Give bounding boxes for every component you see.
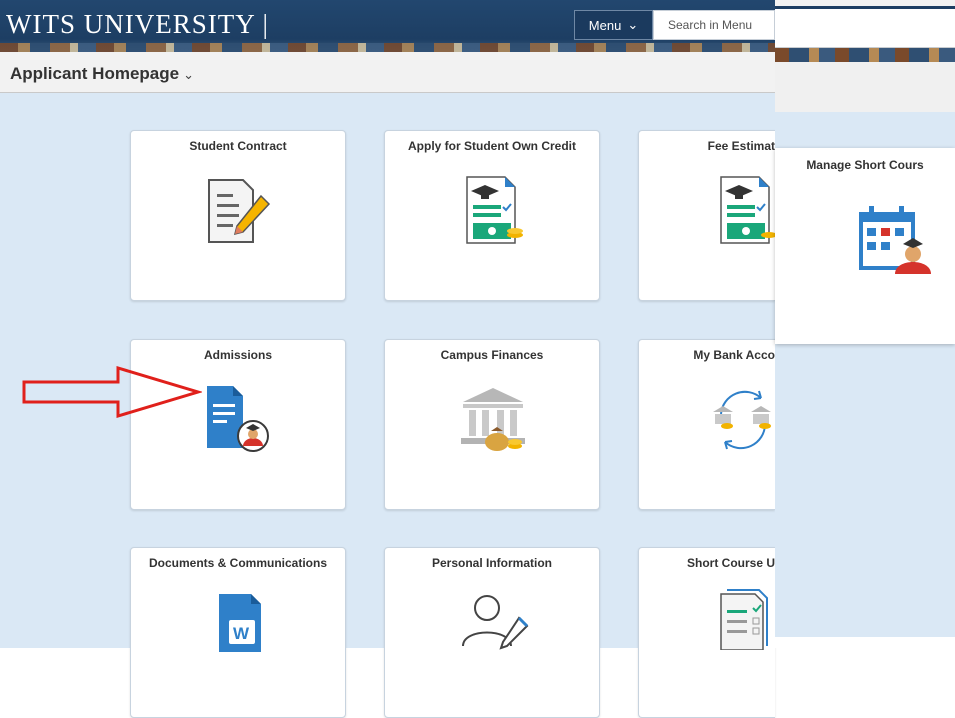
tile-campus-finances[interactable]: Campus Finances xyxy=(384,339,600,510)
tile-personal-information[interactable]: Personal Information xyxy=(384,547,600,718)
tile-label: My Bank Acco xyxy=(693,348,775,362)
admissions-icon xyxy=(207,386,269,452)
person-icon xyxy=(462,595,529,650)
page-title[interactable]: Applicant Homepage ⌄ xyxy=(10,64,194,84)
tile-label: Apply for Student Own Credit xyxy=(408,139,576,153)
tile-manage-short-course[interactable]: Manage Short Cours xyxy=(775,148,955,344)
header-banner: WITS UNIVERSITY | Menu ⌄ Search in Menu xyxy=(0,0,775,52)
menu-button-label: Menu xyxy=(588,17,622,33)
bank-account-icon xyxy=(713,390,771,450)
overlay-banner-pattern xyxy=(775,48,955,62)
tile-fee-estimate[interactable]: Fee Estimat xyxy=(638,130,776,301)
page-title-bar: Applicant Homepage ⌄ xyxy=(0,52,775,93)
tile-label: Fee Estimat xyxy=(707,139,775,153)
tile-student-contract[interactable]: Student Contract xyxy=(130,130,346,301)
svg-text:W: W xyxy=(233,624,250,643)
credit-application-icon xyxy=(466,176,523,244)
tile-apply-student-own-credit[interactable]: Apply for Student Own Credit xyxy=(384,130,600,301)
chevron-down-icon: ⌄ xyxy=(183,67,194,82)
tile-label: Documents & Communications xyxy=(148,556,328,570)
overlay-bottom-edge xyxy=(775,637,955,648)
checklist-icon xyxy=(720,589,768,650)
overlay-search-area xyxy=(775,9,955,48)
search-input[interactable]: Search in Menu xyxy=(653,10,775,40)
brand-logo[interactable]: WITS UNIVERSITY | xyxy=(6,9,269,40)
chevron-down-icon: ⌄ xyxy=(627,17,639,32)
contract-document-icon xyxy=(208,179,271,243)
tile-label: Personal Information xyxy=(431,556,553,570)
overlay-title-bar xyxy=(775,62,955,113)
menu-button[interactable]: Menu ⌄ xyxy=(574,10,653,40)
banner-pattern xyxy=(0,43,775,52)
page-title-text: Applicant Homepage xyxy=(10,64,180,83)
calendar-student-icon xyxy=(859,206,931,274)
tile-my-bank-account[interactable]: My Bank Acco xyxy=(638,339,775,510)
tile-documents-communications[interactable]: Documents & Communications W xyxy=(130,547,346,718)
tile-label: Manage Short Cours xyxy=(806,158,924,172)
tile-label: Short Course U xyxy=(686,556,775,570)
overlay-header xyxy=(775,0,955,113)
word-document-icon: W xyxy=(219,594,261,652)
fee-estimate-icon xyxy=(720,176,776,244)
tile-short-course[interactable]: Short Course U xyxy=(638,547,775,718)
tile-label: Student Contract xyxy=(189,139,287,153)
annotation-arrow-icon xyxy=(22,365,202,419)
tile-label: Campus Finances xyxy=(440,348,544,362)
tile-label: Admissions xyxy=(203,348,272,362)
campus-finances-icon xyxy=(461,388,525,451)
